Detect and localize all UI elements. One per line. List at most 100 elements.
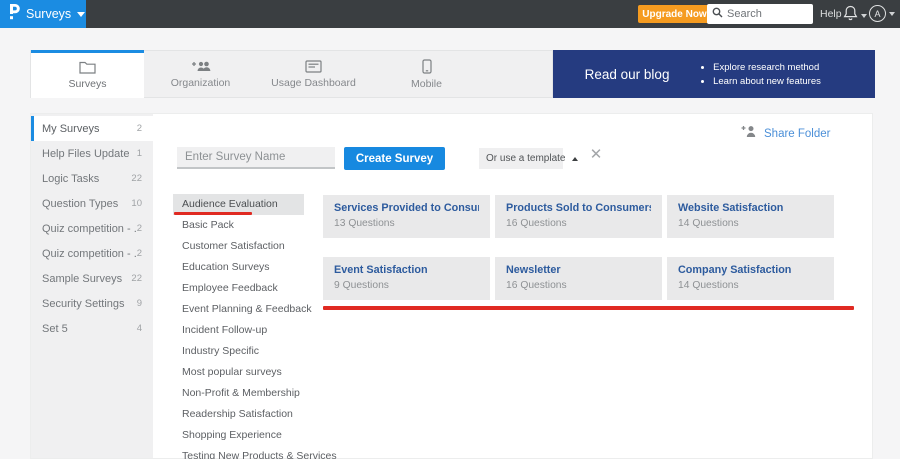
help-link[interactable]: Help bbox=[820, 8, 842, 20]
folder-label: Question Types bbox=[42, 197, 119, 210]
share-person-add-icon bbox=[741, 125, 757, 143]
folder-label: Logic Tasks bbox=[42, 172, 100, 185]
bell-icon bbox=[843, 5, 858, 27]
account-menu[interactable]: A bbox=[869, 5, 895, 22]
template-question-count: 14 Questions bbox=[678, 280, 739, 291]
template-question-count: 16 Questions bbox=[506, 280, 567, 291]
template-category-item[interactable]: Industry Specific bbox=[173, 341, 304, 362]
template-title: Website Satisfaction bbox=[678, 202, 784, 214]
template-title: Services Provided to Consumers bbox=[334, 202, 479, 214]
avatar: A bbox=[869, 5, 886, 22]
sidebar-folder-item[interactable]: Sample Surveys 22 bbox=[31, 266, 153, 291]
template-card[interactable]: Services Provided to Consumers 13 Questi… bbox=[323, 195, 490, 238]
template-category-item[interactable]: Customer Satisfaction bbox=[173, 236, 304, 257]
template-category-item[interactable]: Shopping Experience bbox=[173, 425, 304, 446]
sidebar-folder-item[interactable]: Quiz competition - ... 2 bbox=[31, 241, 153, 266]
category-label: Education Surveys bbox=[182, 261, 270, 273]
category-label: Event Planning & Feedback bbox=[182, 303, 312, 315]
template-title: Products Sold to Consumers bbox=[506, 202, 651, 214]
template-question-count: 9 Questions bbox=[334, 280, 389, 291]
template-title: Event Satisfaction bbox=[334, 264, 428, 276]
annotation-underline-category bbox=[174, 212, 252, 215]
folder-count: 2 bbox=[136, 248, 142, 259]
annotation-underline-cards bbox=[323, 306, 854, 310]
template-category-item[interactable]: Employee Feedback bbox=[173, 278, 304, 299]
template-card[interactable]: Newsletter 16 Questions bbox=[495, 257, 662, 300]
search-box[interactable] bbox=[707, 4, 813, 24]
content-panel: My Surveys 2 Help Files Update 1 Logic T… bbox=[30, 113, 873, 459]
tab-label: Usage Dashboard bbox=[271, 76, 356, 89]
folder-label: Sample Surveys bbox=[42, 272, 123, 285]
category-label: Customer Satisfaction bbox=[182, 240, 285, 252]
notifications-menu[interactable] bbox=[843, 5, 867, 27]
banner-bullet: Explore research method bbox=[713, 62, 821, 73]
tab-label: Mobile bbox=[411, 77, 442, 90]
sidebar-folder-item[interactable]: Security Settings 9 bbox=[31, 291, 153, 316]
template-title: Company Satisfaction bbox=[678, 264, 792, 276]
folder-label: Set 5 bbox=[42, 322, 68, 335]
app-root: Surveys Upgrade Now Help A bbox=[0, 0, 900, 459]
search-input[interactable] bbox=[727, 8, 807, 20]
banner-bullet-list: Explore research method Learn about new … bbox=[701, 59, 821, 90]
template-category-item[interactable]: Most popular surveys bbox=[173, 362, 304, 383]
folder-label: Security Settings bbox=[42, 297, 125, 310]
tab-mobile[interactable]: Mobile bbox=[370, 51, 483, 97]
upgrade-now-button[interactable]: Upgrade Now bbox=[638, 5, 711, 23]
template-question-count: 13 Questions bbox=[334, 218, 395, 229]
category-label: Non-Profit & Membership bbox=[182, 387, 300, 399]
banner-bullet: Learn about new features bbox=[713, 76, 821, 87]
survey-name-input[interactable] bbox=[177, 147, 335, 169]
app-switcher[interactable]: Surveys bbox=[0, 0, 86, 28]
category-label: Audience Evaluation bbox=[182, 198, 278, 210]
sidebar-folder-item[interactable]: Help Files Update 1 bbox=[31, 141, 153, 166]
sidebar-folder-item[interactable]: My Surveys 2 bbox=[31, 116, 153, 141]
account-caret-icon bbox=[889, 11, 895, 16]
folder-label: Help Files Update bbox=[42, 147, 130, 160]
create-survey-button[interactable]: Create Survey bbox=[344, 147, 445, 170]
template-card[interactable]: Website Satisfaction 14 Questions bbox=[667, 195, 834, 238]
template-category-item[interactable]: Event Planning & Feedback bbox=[173, 299, 312, 320]
share-folder-button[interactable]: Share Folder bbox=[741, 125, 830, 143]
folder-count: 4 bbox=[136, 323, 142, 334]
main-tabs: Surveys Organization Usage Dashboard Mob… bbox=[30, 50, 553, 98]
template-category-item[interactable]: Testing New Products & Services bbox=[173, 446, 337, 459]
tab-organization[interactable]: Organization bbox=[144, 51, 257, 97]
sidebar-folder-item[interactable]: Question Types 10 bbox=[31, 191, 153, 216]
sidebar-folder-item[interactable]: Logic Tasks 22 bbox=[31, 166, 153, 191]
category-label: Testing New Products & Services bbox=[182, 450, 337, 459]
folder-label: Quiz competition - ... bbox=[42, 222, 137, 235]
folder-count: 9 bbox=[136, 298, 142, 309]
template-card[interactable]: Company Satisfaction 14 Questions bbox=[667, 257, 834, 300]
app-switcher-caret-icon bbox=[77, 11, 86, 17]
folder-count: 2 bbox=[136, 223, 142, 234]
read-our-blog-banner[interactable]: Read our blog Explore research method Le… bbox=[553, 50, 875, 98]
folder-icon bbox=[79, 61, 96, 74]
template-category-item[interactable]: Readership Satisfaction bbox=[173, 404, 304, 425]
category-label: Most popular surveys bbox=[182, 366, 282, 378]
top-bar: Surveys Upgrade Now Help A bbox=[0, 0, 900, 28]
sidebar-folder-item[interactable]: Set 5 4 bbox=[31, 316, 153, 341]
template-category-item[interactable]: Education Surveys bbox=[173, 257, 304, 278]
template-card[interactable]: Products Sold to Consumers 16 Questions bbox=[495, 195, 662, 238]
template-dropdown[interactable]: Or use a template bbox=[479, 148, 579, 169]
template-dropdown-label: Or use a template bbox=[486, 153, 566, 164]
template-cards-grid: Services Provided to Consumers 13 Questi… bbox=[323, 195, 854, 300]
template-category-item[interactable]: Incident Follow-up bbox=[173, 320, 304, 341]
close-icon[interactable]: ✕ bbox=[587, 146, 605, 164]
template-question-count: 16 Questions bbox=[506, 218, 567, 229]
template-category-item[interactable]: Non-Profit & Membership bbox=[173, 383, 304, 404]
people-add-icon bbox=[191, 60, 211, 73]
category-label: Basic Pack bbox=[182, 219, 234, 231]
template-card[interactable]: Event Satisfaction 9 Questions bbox=[323, 257, 490, 300]
tab-surveys[interactable]: Surveys bbox=[31, 50, 144, 98]
template-category-item[interactable]: Basic Pack bbox=[173, 215, 304, 236]
template-category-list: Audience Evaluation Basic Pack Customer … bbox=[173, 194, 337, 459]
tab-label: Surveys bbox=[68, 78, 107, 90]
folders-sidebar: My Surveys 2 Help Files Update 1 Logic T… bbox=[31, 114, 153, 458]
tab-usage-dashboard[interactable]: Usage Dashboard bbox=[257, 51, 370, 97]
category-label: Employee Feedback bbox=[182, 282, 278, 294]
sidebar-folder-item[interactable]: Quiz competition - ... 2 bbox=[31, 216, 153, 241]
search-icon bbox=[712, 5, 723, 23]
share-folder-label: Share Folder bbox=[764, 128, 831, 140]
folder-count: 10 bbox=[131, 198, 142, 209]
